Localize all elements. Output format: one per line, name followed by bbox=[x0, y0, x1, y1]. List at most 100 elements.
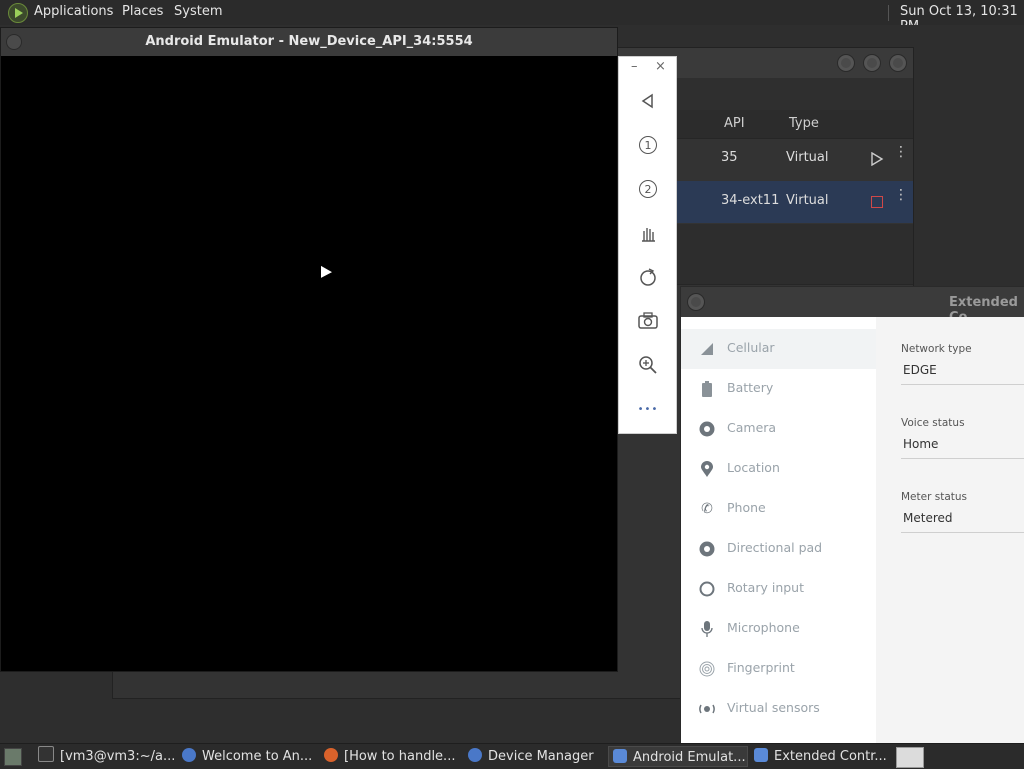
network-type-select[interactable]: EDGE bbox=[903, 363, 937, 377]
rotate-left-icon[interactable]: 1 bbox=[636, 133, 660, 157]
taskbar-label: Welcome to An... bbox=[202, 749, 313, 764]
firefox-icon bbox=[324, 748, 338, 762]
window-menu-button[interactable] bbox=[6, 34, 22, 50]
phone-icon: ✆ bbox=[701, 501, 713, 517]
touch-icon[interactable] bbox=[636, 221, 660, 245]
menu-system[interactable]: System bbox=[174, 4, 222, 19]
rotary-icon bbox=[698, 580, 716, 598]
taskbar-item-device-manager[interactable]: Device Manager bbox=[468, 746, 604, 767]
play-icon[interactable] bbox=[870, 152, 884, 166]
nav-item-location[interactable]: Location bbox=[681, 449, 876, 489]
workspace-switcher[interactable] bbox=[896, 747, 924, 768]
nav-label: Camera bbox=[727, 420, 777, 435]
emulator-icon bbox=[613, 749, 627, 763]
window-menu-button[interactable] bbox=[687, 293, 705, 311]
taskbar-label: [vm3@vm3:~/a... bbox=[60, 749, 176, 764]
device-api: 34-ext11 bbox=[721, 193, 780, 208]
rotate-right-icon[interactable]: 2 bbox=[636, 177, 660, 201]
nav-label: Fingerprint bbox=[727, 660, 795, 675]
taskbar-label: Android Emulat... bbox=[633, 750, 746, 765]
close-button[interactable] bbox=[889, 54, 907, 72]
device-api: 35 bbox=[721, 150, 738, 165]
nav-item-fingerprint[interactable]: Fingerprint bbox=[681, 649, 876, 689]
taskbar-item-extended-controls[interactable]: Extended Contr... bbox=[754, 746, 892, 767]
cellular-settings-panel: Network type EDGE Voice status Home Mete… bbox=[876, 317, 1024, 747]
nav-label: Battery bbox=[727, 380, 774, 395]
nav-label: Cellular bbox=[727, 340, 775, 355]
taskbar-item-terminal[interactable]: [vm3@vm3:~/a... bbox=[38, 746, 176, 767]
extended-controls-window: Extended Co Cellular Battery Camera Loca… bbox=[680, 286, 1024, 747]
emulator-title: Android Emulator - New_Device_API_34:555… bbox=[145, 34, 473, 49]
taskbar-item-welcome[interactable]: Welcome to An... bbox=[182, 746, 318, 767]
dpad-icon bbox=[698, 540, 716, 558]
taskbar-label: Device Manager bbox=[488, 749, 594, 764]
android-studio-icon bbox=[468, 748, 482, 762]
emulator-window: Android Emulator - New_Device_API_34:555… bbox=[0, 27, 618, 672]
extended-controls-nav: Cellular Battery Camera Location ✆ Phone… bbox=[681, 317, 876, 747]
nav-item-rotary-input[interactable]: Rotary input bbox=[681, 569, 876, 609]
nav-item-battery[interactable]: Battery bbox=[681, 369, 876, 409]
terminal-icon bbox=[38, 746, 54, 762]
microphone-icon bbox=[698, 620, 716, 638]
nav-label: Location bbox=[727, 460, 780, 475]
show-desktop-icon[interactable] bbox=[4, 748, 22, 766]
nav-label: Directional pad bbox=[727, 540, 823, 555]
emulator-screen[interactable] bbox=[1, 56, 617, 671]
taskbar-label: [How to handle... bbox=[344, 749, 456, 764]
battery-icon bbox=[698, 380, 716, 398]
taskbar-item-android-emulator[interactable]: Android Emulat... bbox=[608, 746, 748, 767]
voice-status-label: Voice status bbox=[901, 417, 965, 429]
meter-status-select[interactable]: Metered bbox=[903, 511, 953, 525]
meter-status-label: Meter status bbox=[901, 491, 968, 503]
nav-label: Rotary input bbox=[727, 580, 804, 595]
taskbar-item-firefox[interactable]: [How to handle... bbox=[324, 746, 462, 767]
nav-item-microphone[interactable]: Microphone bbox=[681, 609, 876, 649]
nav-item-cellular[interactable]: Cellular bbox=[681, 329, 876, 369]
minimize-button[interactable]: – bbox=[631, 59, 638, 74]
device-type: Virtual bbox=[786, 193, 829, 208]
nav-item-camera[interactable]: Camera bbox=[681, 409, 876, 449]
extended-controls-titlebar[interactable]: Extended Co bbox=[681, 287, 1024, 325]
camera-icon[interactable] bbox=[636, 309, 660, 333]
column-type[interactable]: Type bbox=[789, 116, 819, 131]
close-button[interactable]: × bbox=[655, 59, 666, 74]
overflow-menu-icon[interactable]: ⋮ bbox=[894, 188, 908, 202]
more-icon[interactable]: ••• bbox=[636, 397, 660, 421]
taskbar: [vm3@vm3:~/a... Welcome to An... [How to… bbox=[0, 743, 1024, 769]
nav-label: Virtual sensors bbox=[727, 700, 820, 715]
android-studio-icon bbox=[182, 748, 196, 762]
column-api[interactable]: API bbox=[724, 116, 745, 131]
voice-status-select[interactable]: Home bbox=[903, 437, 938, 451]
emulator-icon bbox=[754, 748, 768, 762]
menu-applications[interactable]: Applications bbox=[34, 4, 113, 19]
nav-label: Phone bbox=[727, 500, 766, 515]
emulator-toolbar: – × 1 2 ••• bbox=[618, 56, 677, 434]
stop-icon[interactable] bbox=[871, 196, 883, 208]
panel-separator bbox=[888, 5, 889, 21]
overflow-menu-icon[interactable]: ⋮ bbox=[894, 145, 908, 159]
taskbar-label: Extended Contr... bbox=[774, 749, 887, 764]
divider bbox=[901, 384, 1024, 385]
back-icon[interactable] bbox=[636, 89, 660, 113]
maximize-button[interactable] bbox=[863, 54, 881, 72]
divider bbox=[901, 458, 1024, 459]
device-type: Virtual bbox=[786, 150, 829, 165]
emulator-titlebar[interactable]: Android Emulator - New_Device_API_34:555… bbox=[1, 28, 617, 56]
nav-item-phone[interactable]: ✆ Phone bbox=[681, 489, 876, 529]
top-panel: Applications Places System Sun Oct 13, 1… bbox=[0, 0, 1024, 34]
signal-icon bbox=[698, 340, 716, 358]
minimize-button[interactable] bbox=[837, 54, 855, 72]
network-type-label: Network type bbox=[901, 343, 972, 355]
camera-aperture-icon bbox=[698, 420, 716, 438]
location-pin-icon bbox=[698, 460, 716, 478]
zoom-icon[interactable] bbox=[636, 353, 660, 377]
divider bbox=[901, 532, 1024, 533]
rotate-screen-icon[interactable] bbox=[636, 265, 660, 289]
nav-item-directional-pad[interactable]: Directional pad bbox=[681, 529, 876, 569]
rotate-right-label: 2 bbox=[639, 180, 657, 198]
nav-item-virtual-sensors[interactable]: Virtual sensors bbox=[681, 689, 876, 729]
menu-places[interactable]: Places bbox=[122, 4, 163, 19]
distro-logo-icon[interactable] bbox=[8, 3, 28, 23]
mouse-cursor-icon bbox=[321, 265, 332, 285]
sensors-icon bbox=[698, 700, 716, 718]
